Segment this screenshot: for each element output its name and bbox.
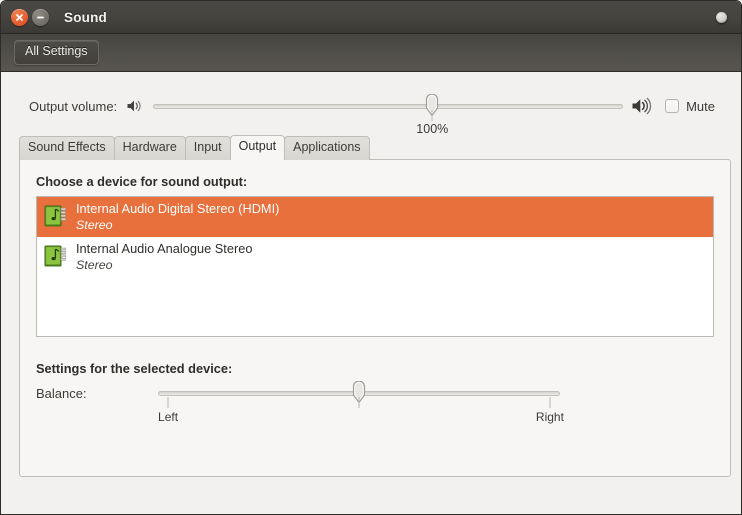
window-titlebar: Sound	[1, 1, 741, 34]
tabstrip: Sound Effects Hardware Input Output Appl…	[19, 135, 731, 160]
minimize-icon[interactable]	[32, 8, 49, 26]
mute-checkbox-row[interactable]: Mute	[665, 99, 715, 114]
audio-card-icon	[44, 204, 76, 229]
speaker-high-icon	[631, 97, 653, 115]
output-device-list[interactable]: Internal Audio Digital Stereo (HDMI) Ste…	[36, 196, 714, 337]
output-tab-panel: Choose a device for sound output: Intern…	[19, 159, 731, 477]
tab-hardware[interactable]: Hardware	[113, 136, 186, 160]
balance-tick-center	[358, 397, 360, 408]
output-volume-track-fill	[153, 103, 624, 109]
tab-input[interactable]: Input	[184, 136, 231, 160]
balance-right-label: Right	[535, 410, 564, 424]
balance-tick-left	[167, 397, 169, 408]
tab-applications[interactable]: Applications	[284, 136, 370, 160]
device-profile: Stereo	[76, 217, 113, 232]
close-icon[interactable]	[11, 8, 28, 26]
all-settings-button[interactable]: All Settings	[14, 40, 99, 65]
device-name: Internal Audio Analogue Stereo	[76, 240, 253, 256]
window-title: Sound	[64, 9, 107, 25]
balance-slider[interactable]: Left Right	[158, 381, 564, 424]
device-name: Internal Audio Digital Stereo (HDMI)	[76, 201, 280, 216]
output-volume-value: 100%	[416, 122, 449, 136]
output-volume-slider[interactable]: 100%	[153, 94, 624, 136]
selected-device-settings: Settings for the selected device: Balanc…	[36, 361, 714, 424]
device-section-title: Choose a device for sound output:	[36, 174, 248, 189]
output-volume-track[interactable]	[153, 96, 624, 116]
speaker-low-icon	[126, 98, 145, 114]
output-volume-row: Output volume: 100% Mute	[11, 72, 731, 136]
device-profile: Stereo	[76, 257, 113, 272]
tab-output[interactable]: Output	[229, 135, 286, 160]
mute-label: Mute	[686, 98, 715, 114]
mute-checkbox[interactable]	[665, 99, 680, 113]
tabs-container: Sound Effects Hardware Input Output Appl…	[11, 135, 731, 477]
balance-tick-right	[549, 397, 551, 408]
window-content: Output volume: 100% Mute Sound Effects H…	[1, 72, 741, 514]
sound-settings-window: Sound All Settings Output volume: 100% M…	[0, 0, 742, 515]
window-toolbar: All Settings	[1, 34, 741, 72]
device-text: Internal Audio Analogue Stereo Stereo	[76, 240, 253, 272]
output-volume-tick	[431, 110, 433, 121]
tab-sound-effects[interactable]: Sound Effects	[19, 136, 115, 160]
settings-section-title: Settings for the selected device:	[36, 361, 233, 376]
balance-label: Balance:	[36, 385, 87, 401]
window-indicator-icon[interactable]	[716, 12, 727, 23]
output-volume-label: Output volume:	[29, 98, 118, 114]
device-list-item[interactable]: Internal Audio Analogue Stereo Stereo	[37, 237, 713, 277]
balance-row: Balance: Left Right	[36, 381, 714, 424]
audio-card-icon	[44, 244, 76, 269]
device-text: Internal Audio Digital Stereo (HDMI) Ste…	[76, 201, 280, 232]
balance-left-label: Left	[158, 410, 179, 424]
device-list-item[interactable]: Internal Audio Digital Stereo (HDMI) Ste…	[37, 197, 713, 237]
